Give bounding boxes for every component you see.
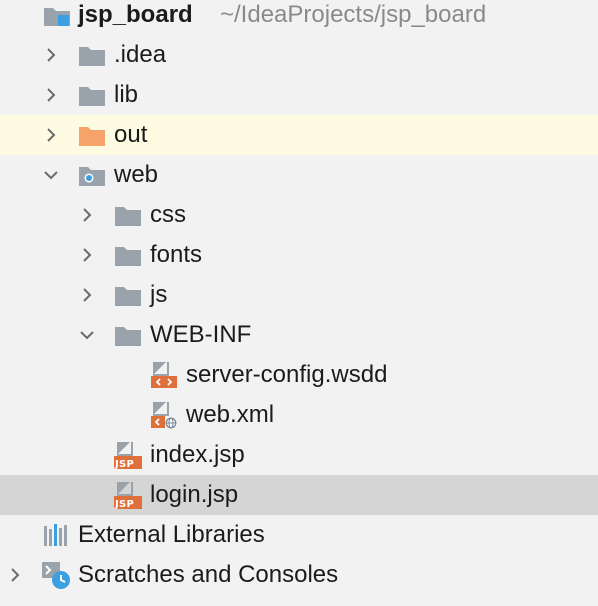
tree-label-web-xml: web.xml xyxy=(186,401,275,428)
tree-label-scratches: Scratches and Consoles xyxy=(78,561,339,588)
tree-row-server-config[interactable]: server-config.wsdd xyxy=(0,355,598,395)
project-tree: jsp_board ~/IdeaProjects/jsp_board .idea… xyxy=(0,0,598,606)
tree-row-css[interactable]: css xyxy=(0,195,598,235)
tree-row-index-jsp[interactable]: JSP index.jsp xyxy=(0,435,598,475)
tree-label-out: out xyxy=(114,121,148,148)
tree-row-out[interactable]: out xyxy=(0,115,598,155)
tree-row-login-jsp[interactable]: JSP login.jsp xyxy=(0,475,598,515)
project-path: ~/IdeaProjects/jsp_board xyxy=(220,1,487,28)
tree-label-web: web xyxy=(114,161,159,188)
folder-icon xyxy=(77,80,107,110)
web-folder-icon xyxy=(77,160,107,190)
chevron-right-icon[interactable] xyxy=(41,85,61,105)
tree-row-fonts[interactable]: fonts xyxy=(0,235,598,275)
chevron-down-icon[interactable] xyxy=(77,325,97,345)
project-name: jsp_board xyxy=(78,1,193,28)
scratches-icon xyxy=(41,560,71,590)
xml-file-icon xyxy=(149,360,179,390)
tree-label-index-jsp: index.jsp xyxy=(150,441,245,468)
tree-row-idea[interactable]: .idea xyxy=(0,35,598,75)
chevron-right-icon[interactable] xyxy=(41,45,61,65)
web-xml-file-icon xyxy=(149,400,179,430)
tree-label-external-libraries: External Libraries xyxy=(78,521,265,548)
tree-row-external-libraries[interactable]: External Libraries xyxy=(0,515,598,555)
tree-row-web-xml[interactable]: web.xml xyxy=(0,395,598,435)
tree-label-js: js xyxy=(150,281,168,308)
project-module-icon xyxy=(42,0,72,30)
chevron-down-icon[interactable] xyxy=(41,165,61,185)
tree-row-lib[interactable]: lib xyxy=(0,75,598,115)
jsp-badge-text: JSP xyxy=(115,499,135,510)
chevron-right-icon[interactable] xyxy=(77,205,97,225)
folder-icon xyxy=(113,240,143,270)
tree-row-web-inf[interactable]: WEB-INF xyxy=(0,315,598,355)
chevron-right-icon[interactable] xyxy=(41,125,61,145)
folder-icon xyxy=(113,320,143,350)
folder-icon xyxy=(77,40,107,70)
library-icon xyxy=(41,520,71,550)
tree-row-scratches[interactable]: Scratches and Consoles xyxy=(0,555,598,595)
tree-label-server-config: server-config.wsdd xyxy=(186,361,388,388)
jsp-badge-text: JSP xyxy=(115,459,135,470)
tree-label-login-jsp: login.jsp xyxy=(150,481,239,508)
tree-label-fonts: fonts xyxy=(150,241,203,268)
excluded-folder-icon xyxy=(77,120,107,150)
folder-icon xyxy=(113,280,143,310)
chevron-right-icon[interactable] xyxy=(5,565,25,585)
tree-label-idea: .idea xyxy=(114,41,167,68)
tree-row-web[interactable]: web xyxy=(0,155,598,195)
tree-row-project-root[interactable]: jsp_board ~/IdeaProjects/jsp_board xyxy=(0,0,598,35)
folder-icon xyxy=(113,200,143,230)
tree-label-css: css xyxy=(150,201,186,228)
chevron-right-icon[interactable] xyxy=(77,245,97,265)
chevron-right-icon[interactable] xyxy=(77,285,97,305)
tree-label-lib: lib xyxy=(114,81,139,108)
tree-label-web-inf: WEB-INF xyxy=(150,321,252,348)
tree-row-js[interactable]: js xyxy=(0,275,598,315)
